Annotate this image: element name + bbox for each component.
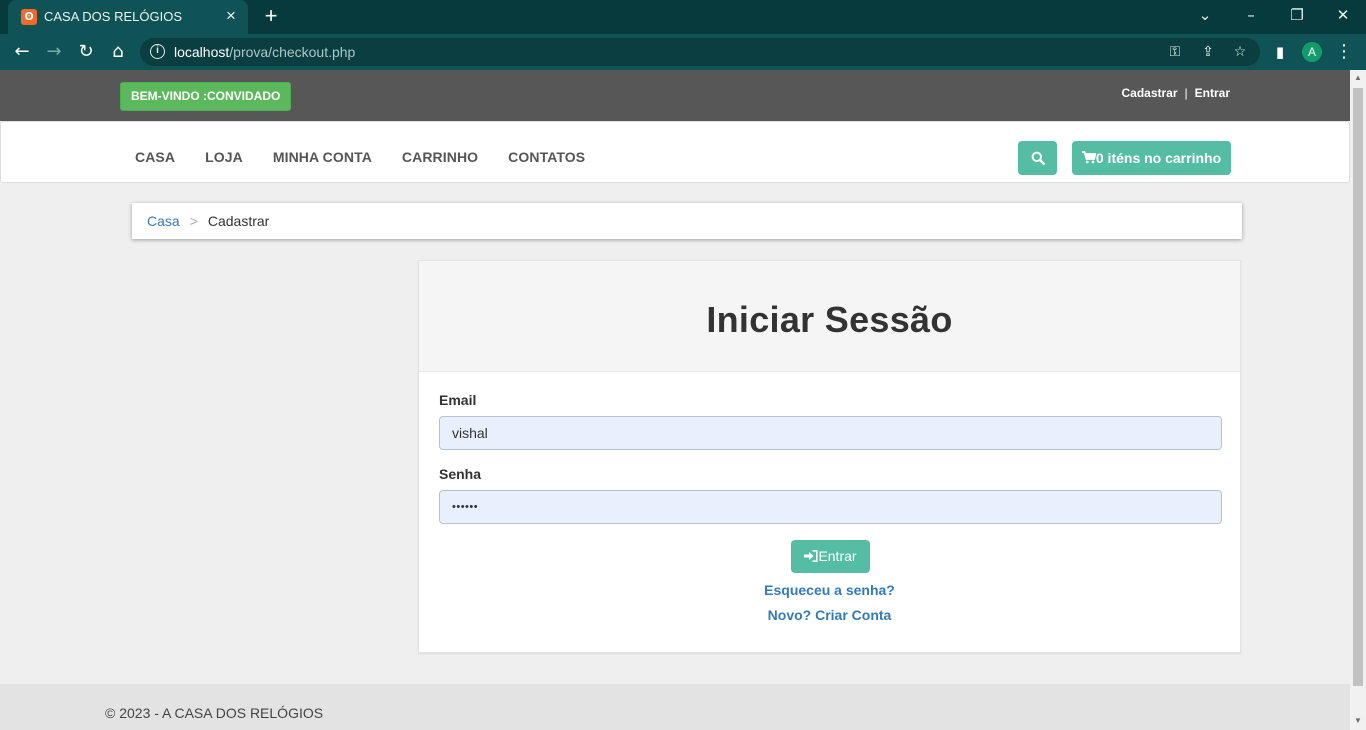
- login-link[interactable]: Entrar: [1195, 86, 1230, 100]
- profile-avatar[interactable]: A: [1302, 42, 1322, 62]
- scrollbar-thumb[interactable]: [1353, 88, 1363, 686]
- nav-item-minha-conta[interactable]: MINHA CONTA: [273, 149, 372, 165]
- nav-item-casa[interactable]: CASA: [135, 149, 175, 165]
- account-links-separator: |: [1184, 86, 1188, 100]
- breadcrumb-current: Cadastrar: [207, 213, 270, 229]
- search-button[interactable]: [1018, 141, 1057, 175]
- browser-tab-strip: ʘ CASA DOS RELÓGIOS × + ⌄ – ❐ ✕: [0, 0, 1366, 34]
- page-scrollbar[interactable]: ▲ ▼: [1350, 70, 1366, 730]
- create-account-link[interactable]: Novo? Criar Conta: [419, 607, 1240, 623]
- url-path: /prova/checkout.php: [229, 44, 356, 60]
- sign-in-icon: [804, 550, 819, 562]
- main-navbar: CASA LOJA MINHA CONTA CARRINHO CONTATOS …: [0, 121, 1350, 183]
- email-label: Email: [439, 392, 477, 408]
- share-icon[interactable]: ⇪: [1198, 42, 1218, 62]
- top-bar: BEM-VINDO :CONVIDADO Cadastrar | Entrar: [0, 70, 1350, 121]
- breadcrumb: Casa > Cadastrar: [132, 203, 1242, 239]
- login-button-label: Entrar: [818, 548, 857, 564]
- account-links: Cadastrar | Entrar: [1122, 86, 1231, 100]
- login-panel: Iniciar Sessão Email vishal Senha ••••••…: [418, 260, 1241, 653]
- reload-icon[interactable]: ↻: [74, 40, 98, 64]
- back-icon[interactable]: ←: [10, 40, 34, 64]
- cart-button[interactable]: 0 iténs no carrinho: [1072, 141, 1231, 175]
- forward-icon[interactable]: →: [42, 40, 66, 64]
- browser-menu-icon[interactable]: ⋮: [1332, 40, 1356, 64]
- xampp-icon: ʘ: [21, 9, 37, 25]
- password-label: Senha: [439, 466, 482, 482]
- home-icon[interactable]: ⌂: [106, 40, 130, 64]
- key-icon[interactable]: ⚿: [1165, 42, 1185, 62]
- cart-label: 0 iténs no carrinho: [1095, 150, 1222, 166]
- page-title: Iniciar Sessão: [706, 299, 953, 340]
- login-panel-header: Iniciar Sessão: [419, 261, 1240, 372]
- login-button[interactable]: Entrar: [791, 540, 870, 573]
- side-panel-icon[interactable]: ▮: [1268, 40, 1292, 64]
- forgot-password-link[interactable]: Esqueceu a senha?: [419, 582, 1240, 598]
- email-field[interactable]: vishal: [439, 416, 1222, 450]
- site-info-icon[interactable]: i: [150, 44, 165, 59]
- bookmark-star-icon[interactable]: ☆: [1230, 42, 1250, 62]
- breadcrumb-home-link[interactable]: Casa: [147, 213, 180, 229]
- browser-toolbar: ← → ↻ ⌂ i localhost/prova/checkout.php ⚿…: [0, 34, 1366, 70]
- page-viewport: BEM-VINDO :CONVIDADO Cadastrar | Entrar CA…: [0, 70, 1350, 730]
- browser-tab[interactable]: ʘ CASA DOS RELÓGIOS ×: [8, 0, 248, 34]
- main-menu: CASA LOJA MINHA CONTA CARRINHO CONTATOS: [135, 149, 615, 165]
- search-icon: [1031, 151, 1045, 166]
- nav-item-contatos[interactable]: CONTATOS: [508, 149, 585, 165]
- address-bar[interactable]: i localhost/prova/checkout.php ⚿ ⇪ ☆: [140, 38, 1260, 66]
- tab-search-chevron-icon[interactable]: ⌄: [1188, 4, 1222, 26]
- window-close-icon[interactable]: ✕: [1326, 4, 1360, 26]
- footer: © 2023 - A CASA DOS RELÓGIOS: [0, 684, 1350, 730]
- minimize-icon[interactable]: –: [1234, 4, 1268, 26]
- address-url: localhost/prova/checkout.php: [174, 44, 355, 60]
- scroll-down-arrow-icon[interactable]: ▼: [1353, 716, 1363, 726]
- scroll-up-arrow-icon[interactable]: ▲: [1353, 73, 1363, 83]
- welcome-badge: BEM-VINDO :CONVIDADO: [120, 82, 292, 111]
- url-host: localhost: [174, 44, 230, 60]
- breadcrumb-separator: >: [189, 213, 198, 229]
- nav-item-carrinho[interactable]: CARRINHO: [402, 149, 478, 165]
- footer-copyright: © 2023 - A CASA DOS RELÓGIOS: [105, 705, 324, 721]
- tab-close-icon[interactable]: ×: [222, 7, 240, 25]
- new-tab-icon[interactable]: +: [260, 5, 282, 27]
- restore-icon[interactable]: ❐: [1280, 4, 1314, 26]
- nav-item-loja[interactable]: LOJA: [205, 149, 243, 165]
- register-link[interactable]: Cadastrar: [1122, 86, 1178, 100]
- browser-tab-title: CASA DOS RELÓGIOS: [44, 9, 182, 24]
- password-field[interactable]: ••••••: [439, 490, 1222, 524]
- cart-icon: [1081, 151, 1097, 164]
